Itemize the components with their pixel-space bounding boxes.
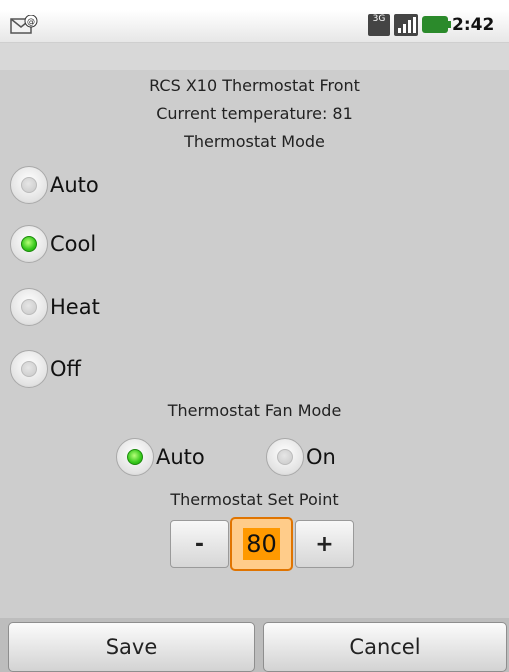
fan-option-label: On: [306, 445, 336, 469]
setpoint-value: 80: [243, 528, 280, 560]
radio-button[interactable]: [10, 225, 48, 263]
signal-icon: [394, 14, 418, 36]
3g-icon: 3G: [368, 14, 390, 36]
mail-notification-icon: @: [10, 15, 38, 34]
dialog-content: RCS X10 Thermostat Front Current tempera…: [0, 70, 509, 618]
mode-option-label: Auto: [50, 173, 99, 197]
radio-button[interactable]: [116, 438, 154, 476]
decrement-button[interactable]: -: [170, 520, 229, 568]
mode-option-heat[interactable]: Heat: [10, 288, 100, 326]
fan-option-on[interactable]: On: [266, 438, 336, 476]
title-bar: [0, 43, 509, 70]
radio-indicator: [21, 177, 37, 193]
setpoint-heading: Thermostat Set Point: [170, 490, 339, 509]
mode-option-label: Off: [50, 357, 81, 381]
clock-time: 2:42: [452, 15, 495, 35]
cancel-button[interactable]: Cancel: [263, 622, 507, 672]
radio-indicator: [21, 299, 37, 315]
dialog-title: RCS X10 Thermostat Front: [149, 76, 360, 95]
radio-indicator: [127, 449, 143, 465]
radio-button[interactable]: [10, 166, 48, 204]
button-bar: Save Cancel: [0, 618, 509, 672]
mode-heading: Thermostat Mode: [184, 132, 325, 151]
fan-option-label: Auto: [156, 445, 205, 469]
radio-button[interactable]: [10, 350, 48, 388]
radio-indicator: [21, 236, 37, 252]
fan-option-auto[interactable]: Auto: [116, 438, 205, 476]
save-button[interactable]: Save: [8, 622, 255, 672]
radio-indicator: [277, 449, 293, 465]
thermostat-screen: @ 3G 2:42 PM RCS X10 Thermostat Front Cu…: [0, 0, 509, 672]
radio-button[interactable]: [266, 438, 304, 476]
mode-option-auto[interactable]: Auto: [10, 166, 99, 204]
status-bar: @ 3G 2:42 PM: [0, 10, 509, 53]
radio-button[interactable]: [10, 288, 48, 326]
setpoint-field[interactable]: 80: [230, 517, 293, 571]
fan-heading: Thermostat Fan Mode: [167, 401, 342, 420]
svg-text:@: @: [27, 17, 35, 26]
radio-indicator: [21, 361, 37, 377]
battery-icon: [422, 16, 451, 33]
mode-option-cool[interactable]: Cool: [10, 225, 96, 263]
mode-option-label: Cool: [50, 232, 97, 256]
current-temperature: Current temperature: 81: [156, 104, 353, 123]
increment-button[interactable]: +: [295, 520, 354, 568]
mode-option-label: Heat: [50, 295, 100, 319]
mode-option-off[interactable]: Off: [10, 350, 81, 388]
